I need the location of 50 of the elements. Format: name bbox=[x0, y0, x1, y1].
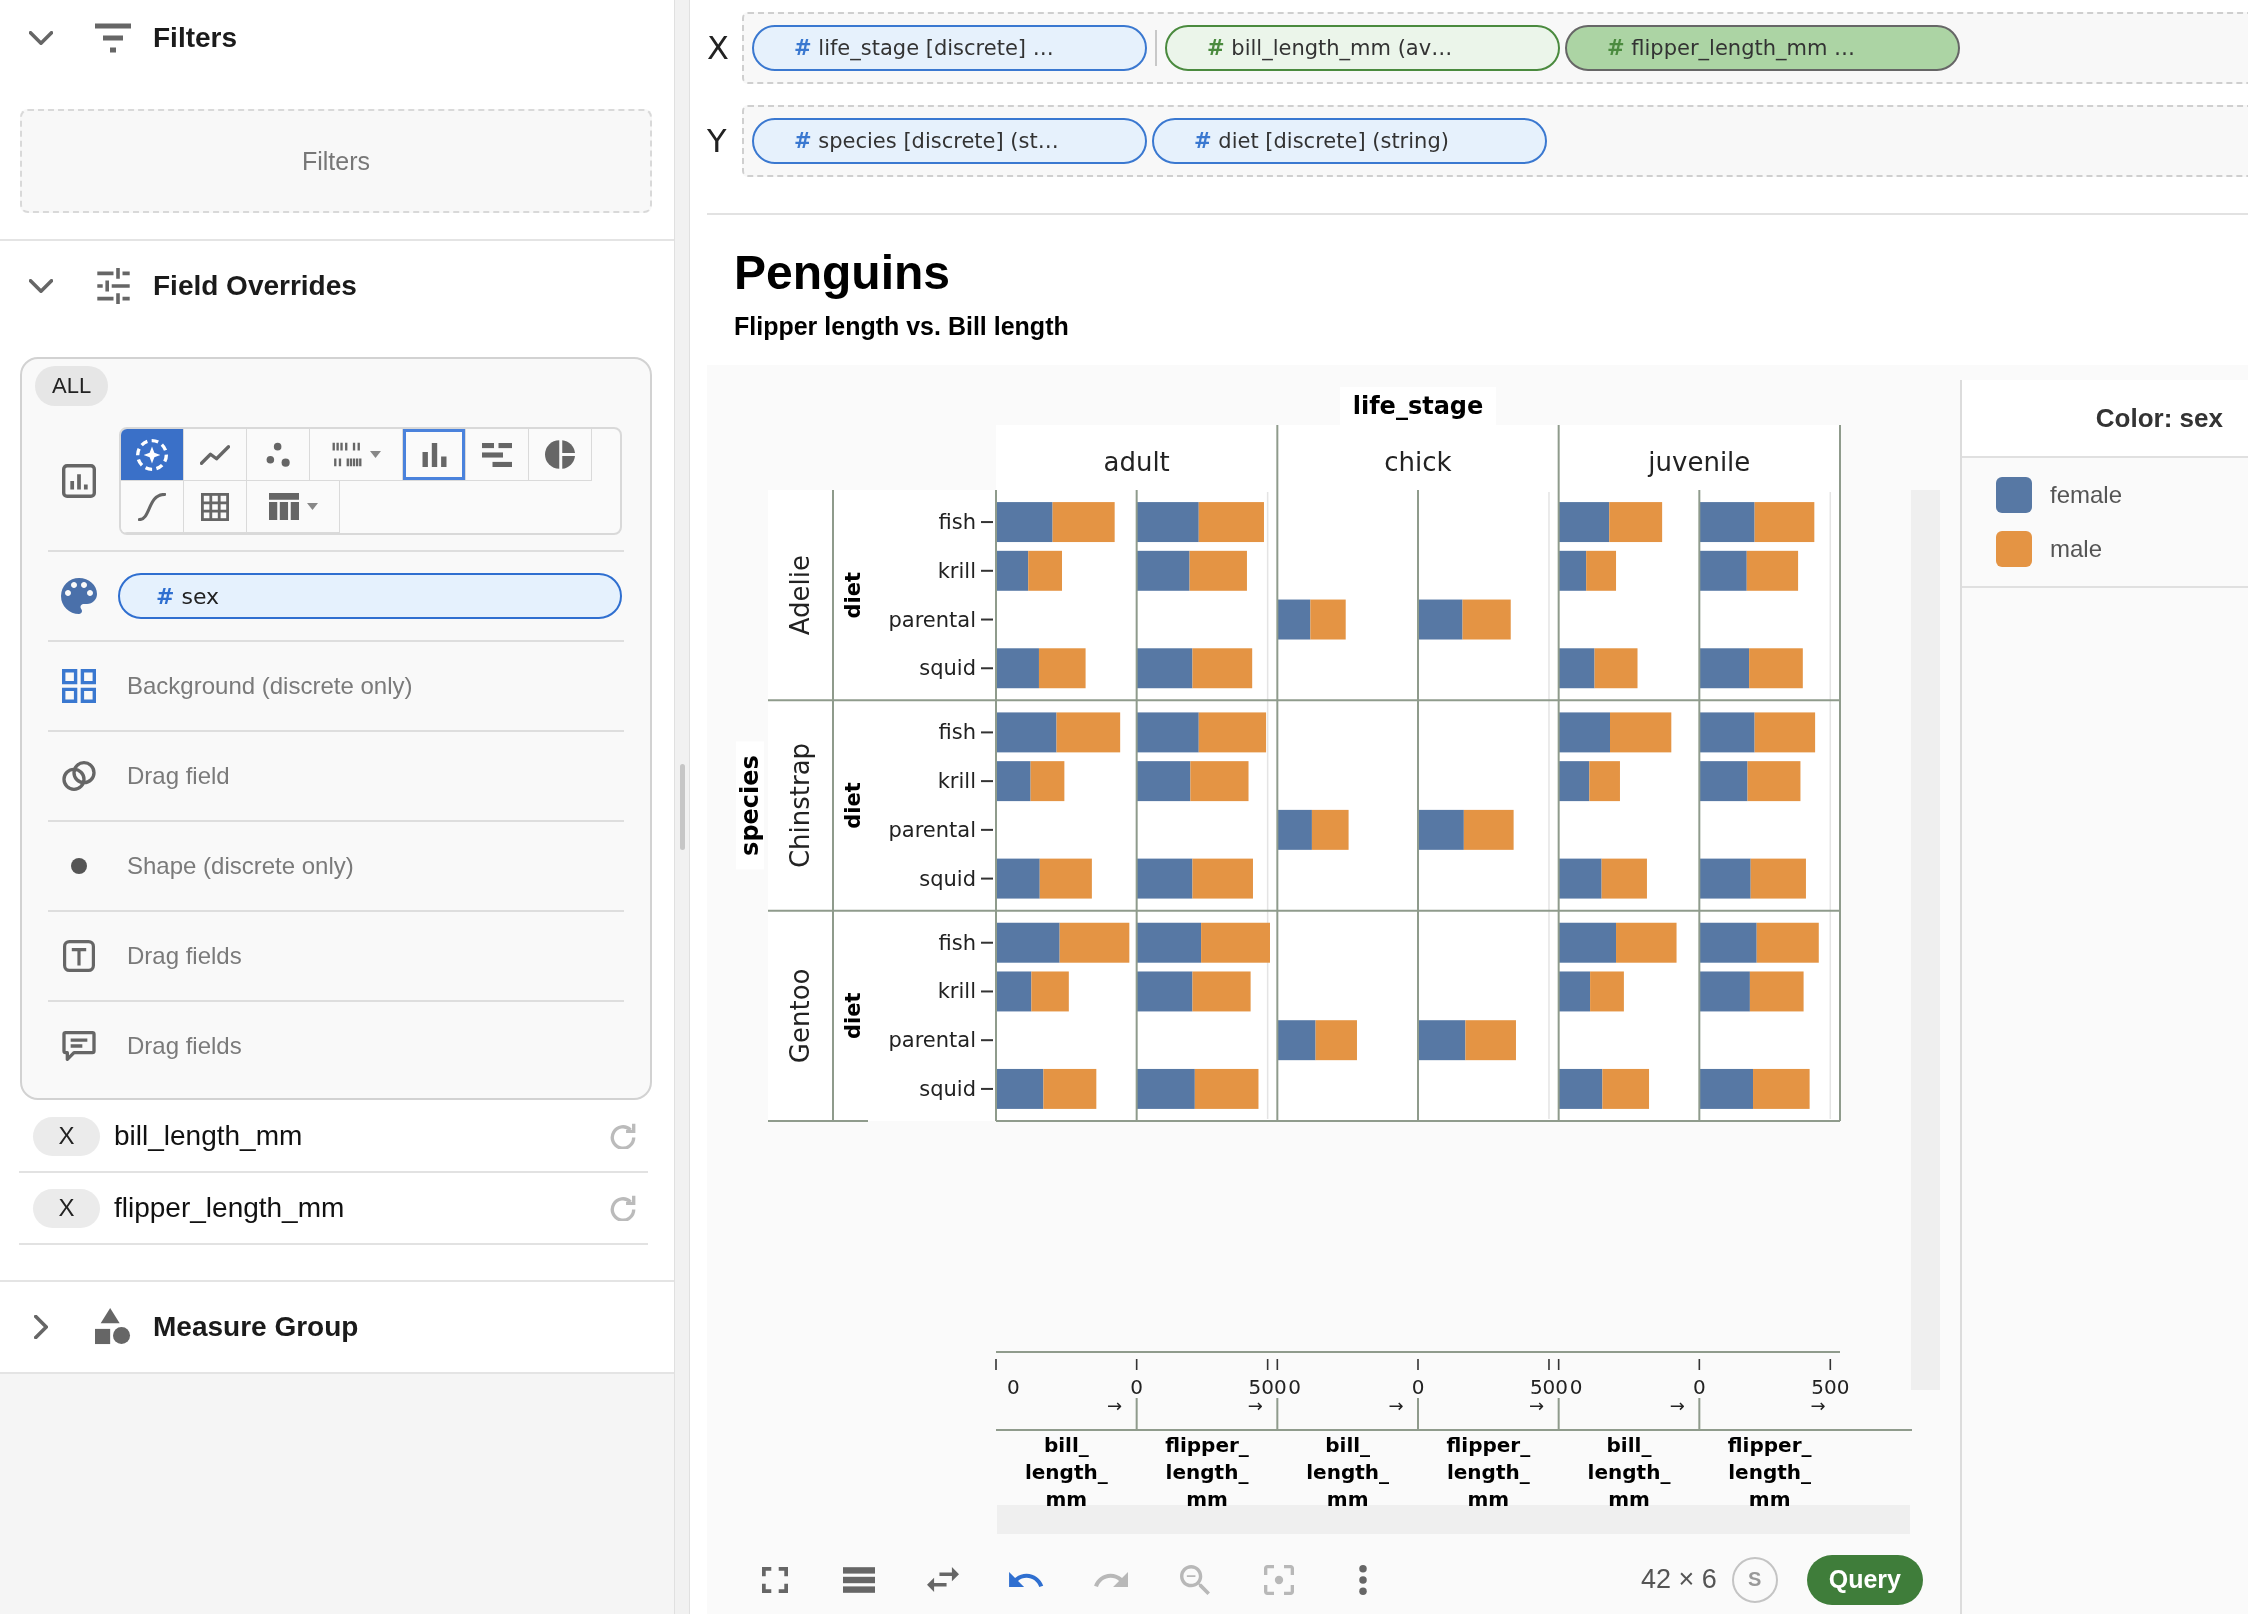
shelf-label: Y bbox=[707, 122, 728, 160]
axis-label: parental bbox=[888, 607, 976, 632]
legend-label: male bbox=[2050, 535, 2103, 563]
axis-title: diet bbox=[841, 992, 865, 1040]
result-size: 42 × 6 bbox=[1640, 1564, 1717, 1595]
channel-tag: X bbox=[33, 1188, 100, 1228]
axis-arrow: → bbox=[1669, 1394, 1685, 1416]
axis-label: parental bbox=[888, 817, 976, 842]
axis-label: fish bbox=[938, 720, 976, 745]
axis-label: squid bbox=[919, 866, 976, 891]
tick-label: 0 bbox=[1130, 1375, 1144, 1399]
axis-title: diet bbox=[841, 571, 865, 619]
column-label: adult bbox=[1103, 447, 1170, 477]
tick-label: 0 bbox=[1569, 1375, 1583, 1399]
legend-title: Color: sex bbox=[2095, 402, 2223, 434]
axis-label: squid bbox=[919, 656, 976, 681]
tick-label: 0 bbox=[1007, 1375, 1020, 1399]
tick-label: 0 bbox=[1692, 1375, 1706, 1399]
facet-title: life_stage bbox=[1352, 392, 1484, 420]
axis-title: bill_length_mm bbox=[1306, 1433, 1390, 1511]
row-label: Gentoo bbox=[785, 968, 815, 1064]
axis-label: squid bbox=[919, 1076, 976, 1101]
tick-label: 0 bbox=[1288, 1375, 1302, 1399]
row-facet-title: species bbox=[736, 755, 764, 856]
column-label: juvenile bbox=[1648, 447, 1751, 477]
axis-label: krill bbox=[937, 558, 976, 583]
shelf-label: X bbox=[707, 29, 730, 67]
axis-label: parental bbox=[888, 1028, 976, 1053]
axis-arrow: → bbox=[1107, 1394, 1123, 1416]
axis-title: bill_length_mm bbox=[1587, 1433, 1671, 1511]
tick-label: 0 bbox=[1411, 1375, 1425, 1399]
axis-title: flipper_length_mm bbox=[1446, 1433, 1531, 1511]
axis-label: fish bbox=[938, 930, 976, 955]
axis-label: fish bbox=[938, 510, 976, 535]
axis-arrow: → bbox=[1388, 1394, 1404, 1416]
axis-label: krill bbox=[937, 769, 976, 794]
column-label: chick bbox=[1384, 447, 1452, 477]
axis-title: flipper_length_mm bbox=[1727, 1433, 1812, 1511]
axis-title: diet bbox=[841, 782, 865, 829]
axis-title: bill_length_mm bbox=[1024, 1433, 1108, 1511]
chart-subtitle: Flipper length vs. Bill length bbox=[734, 311, 1069, 342]
chart-title: Penguins bbox=[734, 245, 951, 301]
axis-title: flipper_length_mm bbox=[1165, 1433, 1249, 1511]
axis-label: krill bbox=[937, 979, 976, 1004]
legend-label: female bbox=[2050, 481, 2123, 509]
channel-tag: X bbox=[33, 1116, 100, 1156]
row-label: Chinstrap bbox=[785, 742, 815, 869]
field-name: bill_length_mm bbox=[114, 1120, 303, 1152]
row-label: Adelie bbox=[785, 555, 815, 636]
field-name: flipper_length_mm bbox=[114, 1192, 345, 1224]
